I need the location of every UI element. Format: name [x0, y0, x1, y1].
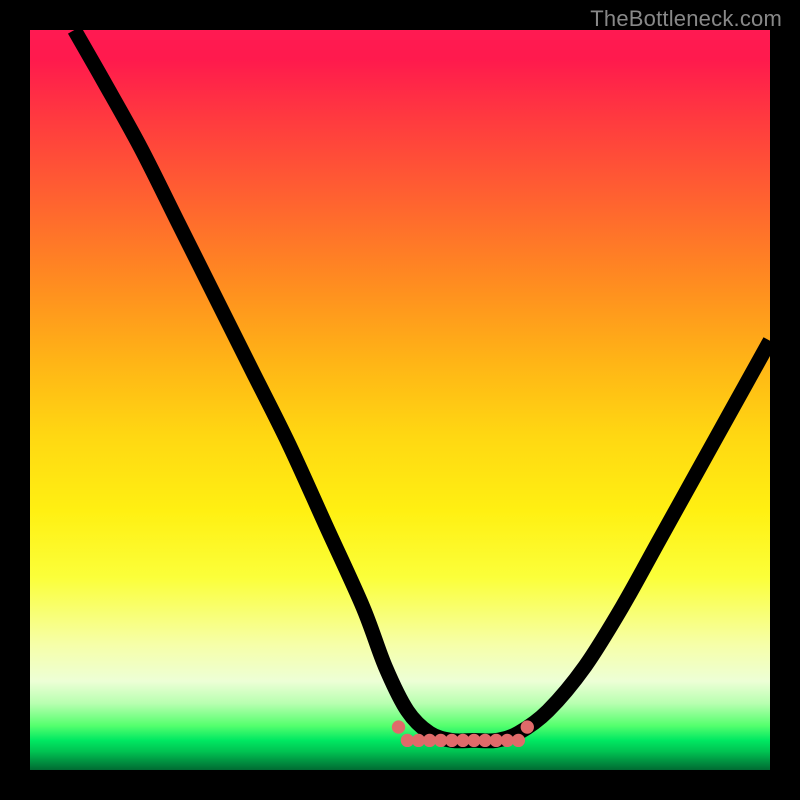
- curve-svg: [30, 30, 770, 770]
- plot-area: [30, 30, 770, 770]
- chart-frame: TheBottleneck.com: [0, 0, 800, 800]
- bottleneck-curve: [74, 30, 770, 741]
- watermark-text: TheBottleneck.com: [590, 6, 782, 32]
- valley-dot: [392, 720, 405, 733]
- valley-dot: [512, 734, 525, 747]
- valley-dot: [521, 720, 534, 733]
